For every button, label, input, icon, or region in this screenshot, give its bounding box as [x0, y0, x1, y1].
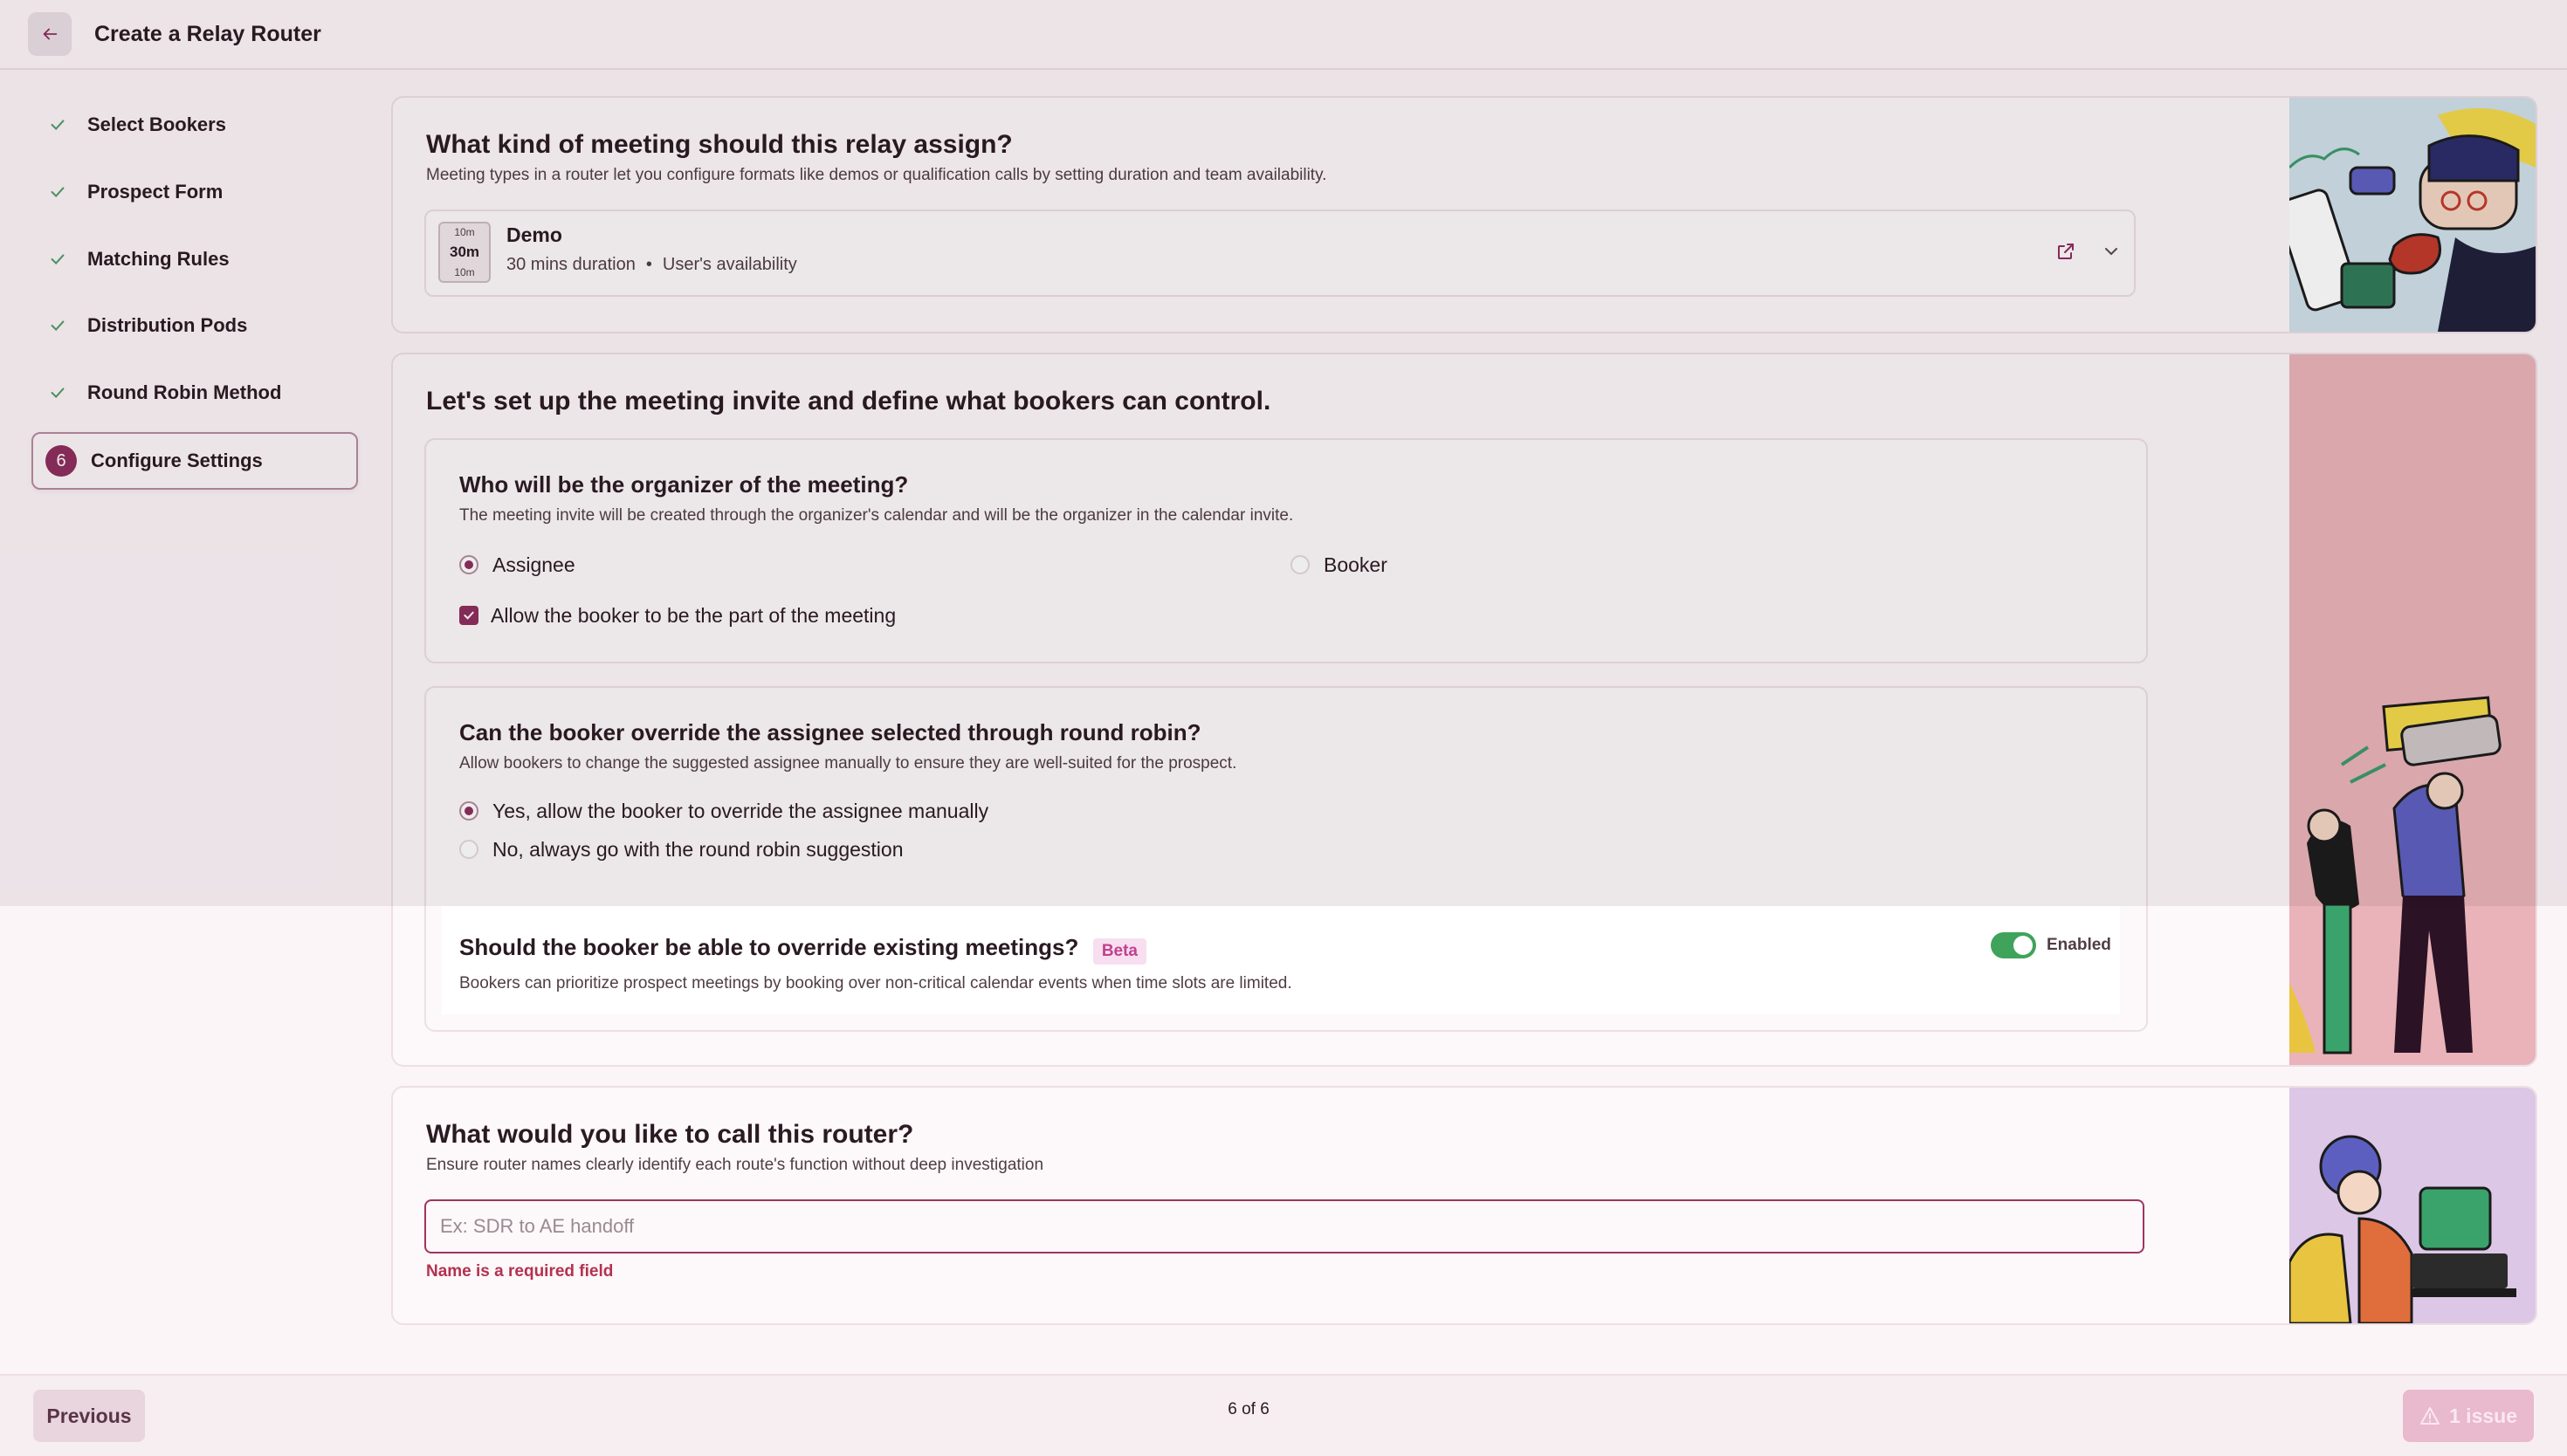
- meeting-type-title: What kind of meeting should this relay a…: [426, 130, 1013, 159]
- arrow-left-icon: [43, 28, 58, 40]
- meeting-type-select[interactable]: 10m 30m 10m Demo 30 mins duration • User…: [424, 209, 2136, 297]
- step-number: 6: [45, 445, 77, 477]
- chevron-down-icon[interactable]: [2101, 241, 2122, 266]
- existing-title: Should the booker be able to override ex…: [459, 934, 1079, 960]
- duration-badge: 10m 30m 10m: [438, 222, 491, 283]
- option-label: Booker: [1324, 553, 1387, 576]
- buffer-before: 10m: [454, 226, 475, 238]
- meeting-type-meta: 30 mins duration • User's availability: [506, 255, 797, 275]
- check-icon: [42, 244, 73, 275]
- radio-selected[interactable]: [459, 555, 478, 574]
- back-button[interactable]: [28, 12, 72, 56]
- buffer-after: 10m: [454, 266, 475, 278]
- duration-value: 30m: [449, 244, 480, 260]
- booker-participation-checkbox[interactable]: Allow the booker to be the part of the m…: [459, 602, 896, 628]
- organizer-option-assignee[interactable]: Assignee: [459, 552, 575, 578]
- step-matching-rules[interactable]: Matching Rules: [33, 232, 356, 286]
- checkbox-label: Allow the booker to be the part of the m…: [491, 604, 897, 627]
- override-existing-meetings-panel: Should the booker be able to override ex…: [442, 906, 2120, 1014]
- existing-toggle[interactable]: Enabled: [1991, 932, 2111, 958]
- step-distribution-pods[interactable]: Distribution Pods: [33, 299, 356, 353]
- toggle-switch[interactable]: [1991, 932, 2036, 958]
- toggle-label: Enabled: [2047, 936, 2111, 954]
- meeting-availability: User's availability: [662, 255, 797, 274]
- external-link-icon[interactable]: [2055, 241, 2076, 266]
- check-icon: [42, 377, 73, 409]
- working-illustration: [2289, 1088, 2536, 1323]
- override-option-yes[interactable]: Yes, allow the booker to override the as…: [459, 798, 988, 824]
- option-label: No, always go with the round robin sugge…: [492, 838, 904, 861]
- beta-badge: Beta: [1092, 937, 1146, 965]
- teamwork-illustration: [2289, 354, 2536, 1065]
- router-name-title: What would you like to call this router?: [426, 1120, 914, 1149]
- step-label: Distribution Pods: [87, 314, 248, 336]
- organizer-section: Who will be the organizer of the meeting…: [424, 438, 2148, 663]
- checkbox-checked[interactable]: [459, 606, 478, 625]
- radio-unselected[interactable]: [1290, 555, 1310, 574]
- invite-settings-title: Let's set up the meeting invite and defi…: [426, 387, 1271, 416]
- meeting-type-name: Demo: [506, 223, 562, 246]
- issues-button[interactable]: 1 issue: [2403, 1390, 2534, 1442]
- meeting-type-description: Meeting types in a router let you config…: [426, 166, 1327, 184]
- router-name-description: Ensure router names clearly identify eac…: [426, 1156, 1044, 1174]
- step-label: Matching Rules: [87, 248, 230, 270]
- issues-label: 1 issue: [2449, 1404, 2517, 1427]
- warning-icon: [2420, 1407, 2440, 1425]
- check-icon: [42, 310, 73, 341]
- previous-button[interactable]: Previous: [33, 1390, 145, 1442]
- check-icon: [42, 109, 73, 141]
- page-indicator: 6 of 6: [1228, 1400, 1270, 1418]
- radio-unselected[interactable]: [459, 840, 478, 859]
- check-icon: [42, 176, 73, 208]
- router-name-error: Name is a required field: [426, 1262, 614, 1281]
- organizer-title: Who will be the organizer of the meeting…: [459, 471, 909, 498]
- override-option-no[interactable]: No, always go with the round robin sugge…: [459, 836, 904, 862]
- meeting-illustration: [2289, 98, 2536, 332]
- organizer-option-booker[interactable]: Booker: [1290, 552, 1387, 578]
- existing-description: Bookers can prioritize prospect meetings…: [459, 974, 1292, 992]
- option-label: Assignee: [492, 553, 575, 576]
- meeting-duration: 30 mins duration: [506, 255, 636, 274]
- organizer-description: The meeting invite will be created throu…: [459, 506, 1294, 525]
- page-title: Create a Relay Router: [94, 22, 321, 46]
- override-title: Can the booker override the assignee sel…: [459, 719, 1201, 745]
- step-round-robin-method[interactable]: Round Robin Method: [33, 366, 356, 420]
- step-prospect-form[interactable]: Prospect Form: [33, 165, 356, 219]
- router-name-input[interactable]: [424, 1199, 2144, 1253]
- option-label: Yes, allow the booker to override the as…: [492, 800, 989, 822]
- step-configure-settings[interactable]: 6 Configure Settings: [31, 432, 358, 490]
- radio-selected[interactable]: [459, 801, 478, 821]
- step-label: Configure Settings: [91, 450, 263, 471]
- step-select-bookers[interactable]: Select Bookers: [33, 98, 356, 152]
- step-label: Select Bookers: [87, 113, 226, 135]
- top-header: [0, 0, 2567, 70]
- step-label: Prospect Form: [87, 181, 224, 203]
- check-icon: [464, 611, 474, 620]
- override-description: Allow bookers to change the suggested as…: [459, 754, 1237, 773]
- meta-separator: •: [645, 255, 652, 274]
- step-label: Round Robin Method: [87, 381, 282, 403]
- existing-title-row: Should the booker be able to override ex…: [459, 932, 1146, 965]
